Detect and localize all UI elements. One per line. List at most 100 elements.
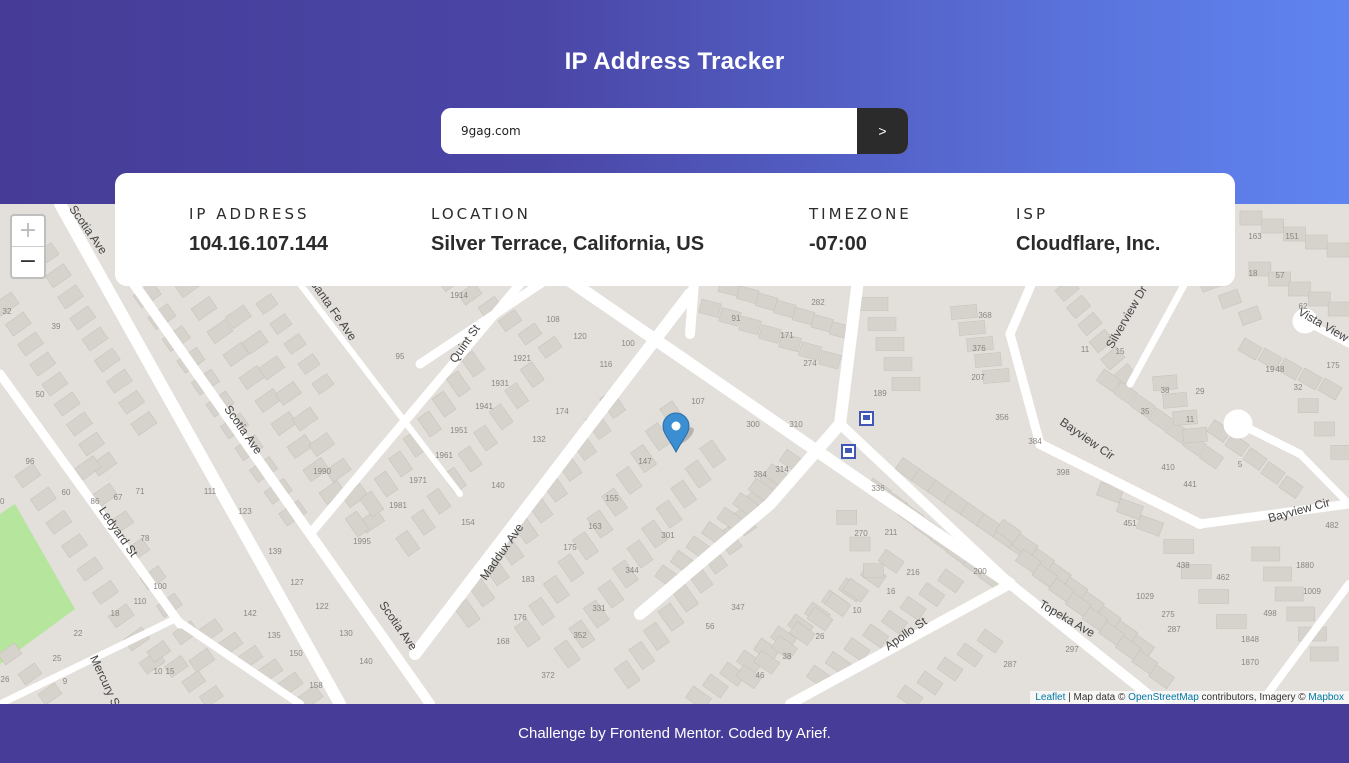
openstreetmap-link[interactable]: OpenStreetMap [1128, 692, 1199, 703]
house-number: 48 [1276, 365, 1285, 374]
house-number: 32 [3, 307, 12, 316]
house-number: 96 [26, 457, 35, 466]
house-number: 50 [36, 390, 45, 399]
house-number: 16 [887, 587, 896, 596]
house-number: 300 [746, 420, 760, 429]
house-number: 15 [1116, 347, 1125, 356]
ip-address-label: IP ADDRESS [189, 205, 310, 223]
house-number: 368 [978, 311, 992, 320]
info-panel: IP ADDRESS 104.16.107.144 LOCATION Silve… [115, 173, 1235, 286]
house-number: 410 [1161, 463, 1175, 472]
location-label: LOCATION [431, 205, 531, 223]
house-number: 25 [53, 654, 62, 663]
house-number: 154 [461, 518, 475, 527]
house-number: 211 [885, 528, 898, 537]
house-number: 314 [775, 465, 789, 474]
house-number: 71 [136, 487, 145, 496]
house-number: 5 [1238, 460, 1243, 469]
house-number: 40 [0, 497, 5, 506]
house-number: 301 [661, 531, 675, 540]
house-number: 356 [995, 413, 1009, 422]
house-number: 274 [803, 359, 817, 368]
search-submit-button[interactable]: > [857, 108, 908, 154]
house-number: 132 [532, 435, 546, 444]
house-number: 142 [243, 609, 257, 618]
house-number: 174 [555, 407, 569, 416]
building [867, 317, 897, 331]
house-number: 147 [638, 457, 652, 466]
house-number: 15 [166, 667, 175, 676]
house-number: 482 [1325, 521, 1339, 530]
attribution-text: contributors, Imagery © [1198, 692, 1309, 703]
isp-block: ISP Cloudflare, Inc. [1016, 205, 1160, 256]
house-number: 11 [1186, 415, 1195, 424]
house-number: 336 [871, 484, 885, 493]
house-number: 175 [563, 543, 577, 552]
house-number: 67 [114, 493, 123, 502]
map-attribution: Leaflet | Map data © OpenStreetMap contr… [1030, 691, 1349, 704]
building [1239, 210, 1263, 226]
bus-stop-icon[interactable] [841, 444, 856, 459]
house-number: 287 [1167, 625, 1181, 634]
house-number: 35 [1141, 407, 1150, 416]
building [950, 304, 978, 320]
attribution-text: | Map data © [1065, 692, 1129, 703]
house-number: 207 [971, 373, 985, 382]
house-number: 1009 [1303, 587, 1321, 596]
house-number: 19 [1266, 365, 1275, 374]
house-number: 86 [91, 497, 100, 506]
bus-stop-icon[interactable] [859, 411, 874, 426]
house-number: 95 [396, 352, 405, 361]
building [958, 320, 986, 336]
building [1251, 546, 1281, 562]
house-number: 175 [1326, 361, 1340, 370]
search-input[interactable] [441, 108, 857, 154]
house-number: 287 [1003, 660, 1017, 669]
house-number: 438 [1176, 561, 1190, 570]
page-title: IP Address Tracker [564, 48, 785, 75]
house-number: 26 [1, 675, 10, 684]
house-number: 1951 [450, 426, 468, 435]
house-number: 9 [63, 677, 68, 686]
location-block: LOCATION Silver Terrace, California, US [431, 205, 704, 256]
house-number: 127 [290, 578, 304, 587]
building [1261, 218, 1284, 234]
house-number: 451 [1123, 519, 1137, 528]
house-number: 140 [359, 657, 373, 666]
house-number: 270 [854, 529, 868, 538]
house-number: 32 [1294, 383, 1303, 392]
house-number: 275 [1161, 610, 1175, 619]
building [1308, 291, 1331, 307]
house-number: 123 [238, 507, 252, 516]
house-number: 376 [972, 344, 986, 353]
house-number: 176 [513, 613, 527, 622]
ip-address-block: IP ADDRESS 104.16.107.144 [189, 205, 328, 256]
building [982, 368, 1010, 384]
house-number: 1941 [475, 402, 493, 411]
zoom-control: + − [10, 214, 46, 279]
house-number: 150 [289, 649, 303, 658]
zoom-in-button[interactable]: + [12, 216, 44, 247]
footer: Challenge by Frontend Mentor. Coded by A… [0, 704, 1349, 763]
house-number: 10 [154, 667, 163, 676]
house-number: 1931 [491, 379, 509, 388]
zoom-out-button[interactable]: − [12, 247, 44, 277]
house-number: 1921 [513, 354, 531, 363]
house-number: 352 [573, 631, 587, 640]
house-number: 108 [546, 315, 560, 324]
building [863, 563, 884, 578]
house-number: 200 [973, 567, 987, 576]
mapbox-link[interactable]: Mapbox [1308, 692, 1344, 703]
timezone-value: -07:00 [809, 233, 867, 255]
leaflet-link[interactable]: Leaflet [1035, 692, 1065, 703]
house-number: 100 [621, 339, 635, 348]
building [1274, 586, 1304, 602]
house-number: 1880 [1296, 561, 1314, 570]
house-number: 139 [268, 547, 282, 556]
house-number: 1961 [435, 451, 453, 460]
house-number: 297 [1065, 645, 1079, 654]
building [836, 510, 857, 525]
house-number: 1990 [313, 467, 331, 476]
ip-address-value: 104.16.107.144 [189, 233, 329, 255]
building [1305, 234, 1328, 250]
